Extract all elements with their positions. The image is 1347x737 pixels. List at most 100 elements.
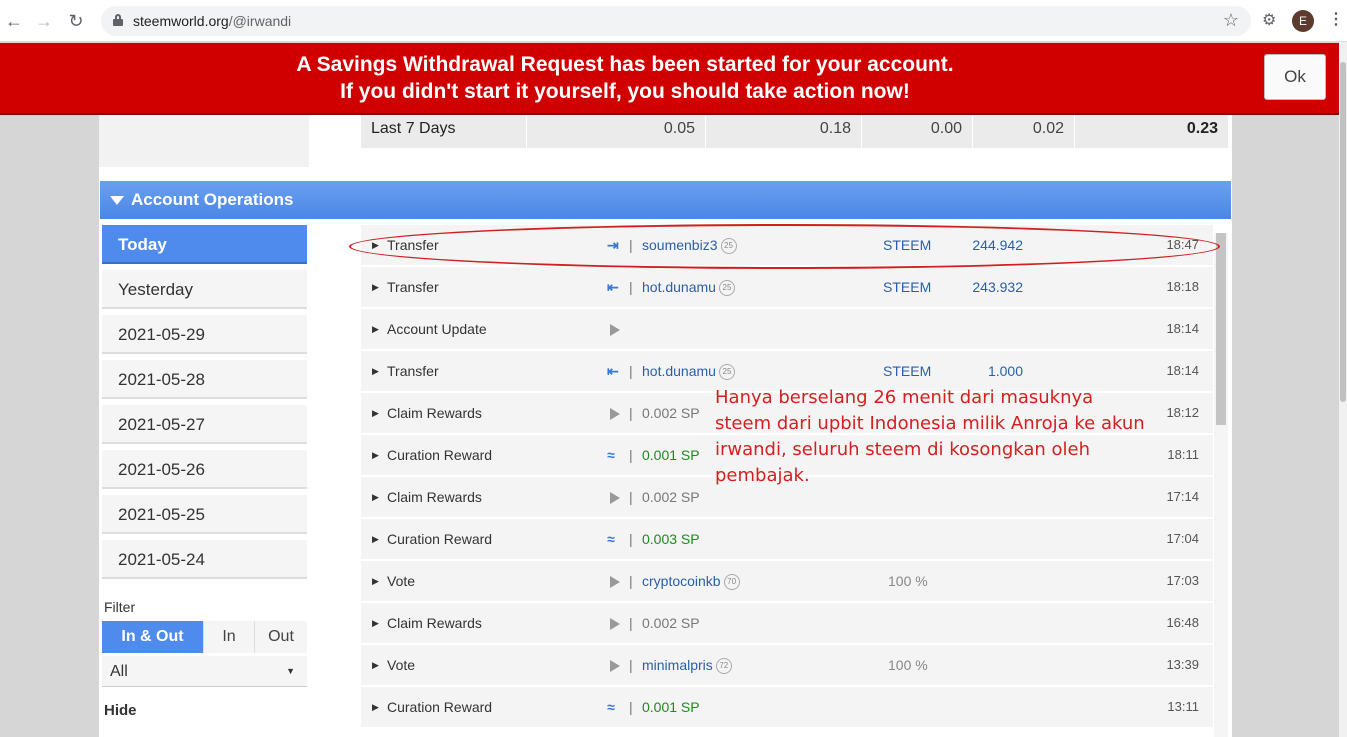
- date-item[interactable]: 2021-05-24: [102, 540, 307, 579]
- operation-type: Claim Rewards: [387, 405, 482, 421]
- date-today[interactable]: Today: [102, 225, 307, 264]
- profile-avatar[interactable]: E: [1292, 10, 1314, 32]
- operation-type: Claim Rewards: [387, 615, 482, 631]
- operation-type: Account Update: [387, 321, 487, 337]
- reload-icon[interactable]: ↻: [64, 9, 88, 33]
- expand-caret-icon[interactable]: ▶: [372, 519, 379, 559]
- date-item[interactable]: 2021-05-29: [102, 315, 307, 354]
- operation-row[interactable]: ▶ Account Update 18:14: [361, 309, 1213, 351]
- filter-out[interactable]: Out: [255, 621, 307, 653]
- filter-label: Filter: [104, 599, 136, 615]
- play-icon: [607, 490, 623, 505]
- account-link[interactable]: hot.dunamu 25: [642, 267, 735, 307]
- window-scrollbar[interactable]: [1339, 42, 1347, 737]
- account-name[interactable]: minimalpris: [642, 657, 713, 673]
- operation-row[interactable]: ▶ Transfer ⇤ | hot.dunamu 25 STEEM 243.932 18:18: [361, 267, 1213, 309]
- stats-row-label: Last 7 Days: [361, 115, 527, 148]
- operations-scroll-thumb[interactable]: [1216, 233, 1226, 425]
- separator: |: [629, 573, 633, 589]
- date-item[interactable]: 2021-05-25: [102, 495, 307, 534]
- date-list: Today Yesterday 2021-05-29 2021-05-28 20…: [102, 225, 307, 585]
- operation-row[interactable]: ▶ Vote | minimalpris 72 100 % 13:39: [361, 645, 1213, 687]
- date-item[interactable]: 2021-05-27: [102, 405, 307, 444]
- operations-scrollbar[interactable]: [1214, 233, 1228, 737]
- savings-withdrawal-alert: A Savings Withdrawal Request has been st…: [0, 43, 1339, 115]
- play-icon: [607, 322, 623, 337]
- sp-amount: 0.003 SP: [642, 531, 700, 547]
- account-link[interactable]: cryptocoinkb 70: [642, 561, 740, 601]
- operation-time: 18:11: [1167, 447, 1199, 462]
- operation-time: 13:39: [1166, 657, 1199, 672]
- annotation-text: Hanya berselang 26 menit dari masuknya s…: [715, 387, 1145, 486]
- account-name[interactable]: hot.dunamu: [642, 363, 716, 379]
- reputation-badge: 25: [718, 280, 735, 296]
- operation-type: Curation Reward: [387, 531, 493, 547]
- operation-type: Transfer: [387, 363, 439, 379]
- date-yesterday[interactable]: Yesterday: [102, 270, 307, 309]
- filter-in[interactable]: In: [204, 621, 255, 653]
- alert-line-2: If you didn't start it yourself, you sho…: [340, 80, 910, 103]
- expand-caret-icon[interactable]: ▶: [372, 267, 379, 307]
- bookmark-star-icon[interactable]: ☆: [1223, 10, 1239, 31]
- play-icon: [607, 406, 623, 421]
- url-host: steemworld.org: [133, 13, 229, 29]
- operation-type: Curation Reward: [387, 447, 493, 463]
- back-icon[interactable]: ←: [2, 9, 26, 33]
- window-scroll-thumb[interactable]: [1340, 62, 1346, 402]
- operation-type: Claim Rewards: [387, 489, 482, 505]
- section-title: Account Operations: [131, 190, 294, 209]
- alert-line-1: A Savings Withdrawal Request has been st…: [296, 53, 954, 76]
- reputation-badge: 72: [715, 658, 732, 674]
- amount: 243.932: [972, 279, 1023, 295]
- steem-icon: ≈: [607, 699, 615, 715]
- operation-time: 17:03: [1166, 573, 1199, 588]
- operation-type: Vote: [387, 657, 416, 673]
- separator: |: [629, 447, 633, 463]
- hide-label: Hide: [104, 702, 137, 719]
- operation-row[interactable]: ▶ Curation Reward ≈ | 0.001 SP 13:11: [361, 687, 1213, 729]
- transfer-out-icon: ⇤: [607, 363, 619, 379]
- stats-value: 0.00: [862, 115, 973, 148]
- expand-caret-icon[interactable]: ▶: [372, 645, 379, 685]
- sp-amount: 0.001 SP: [642, 447, 700, 463]
- last-7-days-row: Last 7 Days 0.05 0.18 0.00 0.02 0.23: [361, 115, 1229, 148]
- separator: |: [629, 489, 633, 505]
- sp-amount: 0.002 SP: [642, 405, 700, 421]
- url-path: /@irwandi: [228, 13, 292, 29]
- account-name[interactable]: cryptocoinkb: [642, 573, 721, 589]
- operation-row[interactable]: ▶ Curation Reward ≈ | 0.003 SP 17:04: [361, 519, 1213, 561]
- stats-value: 0.05: [527, 115, 706, 148]
- vote-percent: 100 %: [888, 657, 928, 673]
- operation-row[interactable]: ▶ Vote | cryptocoinkb 70 100 % 17:03: [361, 561, 1213, 603]
- expand-caret-icon[interactable]: ▶: [372, 561, 379, 601]
- lock-icon: [113, 14, 123, 26]
- expand-caret-icon[interactable]: ▶: [372, 603, 379, 643]
- expand-caret-icon[interactable]: ▶: [372, 309, 379, 349]
- separator: |: [629, 363, 633, 379]
- operation-type-select[interactable]: All ▼: [102, 656, 307, 687]
- account-link[interactable]: minimalpris 72: [642, 645, 732, 685]
- forward-icon[interactable]: →: [32, 9, 56, 33]
- account-operations-header[interactable]: Account Operations: [100, 181, 1231, 219]
- operation-row[interactable]: ▶ Claim Rewards | 0.002 SP 16:48: [361, 603, 1213, 645]
- date-item[interactable]: 2021-05-26: [102, 450, 307, 489]
- ok-button[interactable]: Ok: [1264, 54, 1326, 100]
- sp-amount: 0.002 SP: [642, 615, 700, 631]
- expand-caret-icon[interactable]: ▶: [372, 687, 379, 727]
- collapse-triangle-icon[interactable]: [110, 196, 124, 205]
- address-bar[interactable]: steemworld.org/@irwandi ☆: [101, 6, 1251, 36]
- currency: STEEM: [883, 279, 932, 295]
- expand-caret-icon[interactable]: ▶: [372, 435, 379, 475]
- browser-menu-icon[interactable]: ⋮: [1328, 9, 1344, 29]
- expand-caret-icon[interactable]: ▶: [372, 393, 379, 433]
- operation-type: Vote: [387, 573, 416, 589]
- operation-time: 18:12: [1166, 405, 1199, 420]
- expand-caret-icon[interactable]: ▶: [372, 351, 379, 391]
- date-item[interactable]: 2021-05-28: [102, 360, 307, 399]
- separator: |: [629, 279, 633, 295]
- separator: |: [629, 657, 633, 673]
- expand-caret-icon[interactable]: ▶: [372, 477, 379, 517]
- account-name[interactable]: hot.dunamu: [642, 279, 716, 295]
- extensions-icon[interactable]: ⚙: [1262, 10, 1276, 30]
- filter-in-out[interactable]: In & Out: [102, 621, 204, 653]
